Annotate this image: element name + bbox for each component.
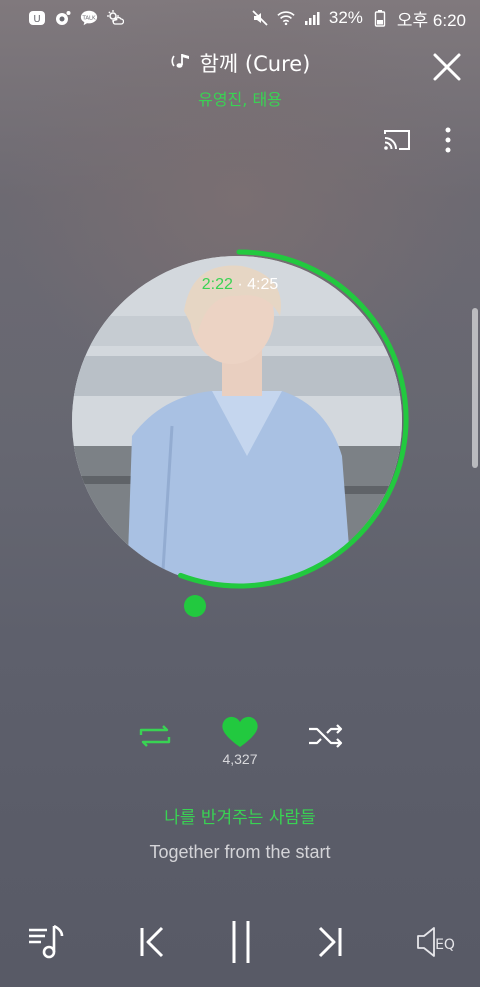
progress-ring[interactable] <box>68 248 410 590</box>
artist-name[interactable]: 유영진, 태용 <box>0 86 480 110</box>
next-icon <box>318 926 342 958</box>
battery-percent: 32% <box>328 8 363 27</box>
melon-icon: U <box>28 9 46 27</box>
repeat-button[interactable] <box>137 723 173 749</box>
lyric-current-line: 나를 반겨주는 사람들 <box>164 808 316 828</box>
scroll-handle[interactable] <box>472 308 478 468</box>
more-vertical-icon <box>445 127 451 153</box>
more-options-button[interactable] <box>440 125 456 155</box>
progress-arc <box>178 249 409 589</box>
cast-icon <box>384 130 410 150</box>
album-disc <box>68 248 410 590</box>
equalizer-button[interactable]: EQ <box>414 922 460 962</box>
previous-button[interactable] <box>136 922 170 962</box>
playlist-button[interactable] <box>26 922 70 962</box>
close-button[interactable] <box>432 52 462 82</box>
title-row: 함께 (Cure) <box>0 48 480 78</box>
close-icon <box>433 53 461 81</box>
status-bar: U TALK 32% 오후 6:20 <box>0 0 480 36</box>
kakaotalk-icon: TALK <box>80 9 98 27</box>
svg-text:TALK: TALK <box>81 15 96 21</box>
progress-handle[interactable] <box>184 595 206 617</box>
kakao-icon <box>54 9 72 27</box>
status-bar-left: U TALK <box>28 9 124 27</box>
svg-text:EQ: EQ <box>435 937 455 953</box>
pause-button[interactable] <box>224 921 258 963</box>
cast-button[interactable] <box>382 127 412 153</box>
heart-icon <box>222 716 258 747</box>
like-button[interactable] <box>221 715 259 749</box>
wifi-icon <box>277 9 295 27</box>
mute-icon <box>251 9 269 27</box>
time-separator: · <box>237 276 243 293</box>
lyric-next-line: Together from the start <box>149 842 331 862</box>
shuffle-icon <box>309 724 343 748</box>
secondary-controls: 4,327 <box>0 715 480 775</box>
like-count: 4,327 <box>222 751 258 767</box>
song-title: 함께 (Cure) <box>199 52 311 76</box>
status-time: 오후 6:20 <box>396 10 466 30</box>
song-header: 함께 (Cure) 유영진, 태용 <box>0 48 480 110</box>
playlist-icon <box>29 924 64 959</box>
current-time: 2:22 <box>201 276 233 293</box>
lyrics-panel[interactable]: 나를 반겨주는 사람들 Together from the start <box>0 803 480 863</box>
battery-icon <box>371 9 389 27</box>
eq-icon: EQ <box>417 927 455 957</box>
pause-icon <box>232 921 250 963</box>
weather-icon <box>106 9 124 27</box>
next-button[interactable] <box>312 922 346 962</box>
total-time: 4:25 <box>247 276 279 293</box>
repeat-icon <box>139 725 171 747</box>
playback-bar: EQ <box>0 918 480 968</box>
music-note-icon <box>170 50 194 77</box>
svg-text:U: U <box>33 14 40 25</box>
status-bar-right: 32% 오후 6:20 <box>251 6 466 31</box>
shuffle-button[interactable] <box>307 723 345 749</box>
previous-icon <box>140 926 164 958</box>
time-display: 2:22 · 4:25 <box>0 276 480 294</box>
signal-icon <box>303 9 321 27</box>
